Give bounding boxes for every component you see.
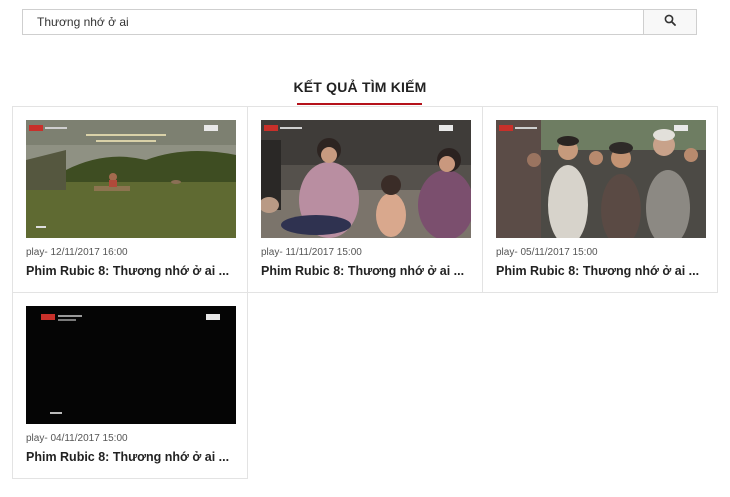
result-card[interactable]: play- 04/11/2017 15:00 Phim Rubic 8: Thư… [12,292,248,479]
result-date: play- 04/11/2017 15:00 [26,433,128,444]
thumbnail-image [26,306,236,424]
thumbnail-image [496,120,706,238]
video-thumbnail[interactable] [26,306,236,424]
result-card[interactable]: play- 05/11/2017 15:00 Phim Rubic 8: Thư… [482,106,718,293]
result-card[interactable]: play- 12/11/2017 16:00 Phim Rubic 8: Thư… [12,106,248,293]
result-title[interactable]: Phim Rubic 8: Thương nhớ ở ai ... [496,264,708,278]
result-date: play- 12/11/2017 16:00 [26,247,128,258]
search-button[interactable] [643,9,697,35]
result-date: play- 11/11/2017 15:00 [261,247,362,258]
section-title: KẾT QUẢ TÌM KIẾM [293,79,427,95]
result-title[interactable]: Phim Rubic 8: Thương nhớ ở ai ... [26,264,238,278]
thumbnail-image [261,120,471,238]
video-thumbnail[interactable] [496,120,706,238]
search-input[interactable] [22,9,643,35]
search-icon [664,13,676,31]
video-thumbnail[interactable] [26,120,236,238]
video-thumbnail[interactable] [261,120,471,238]
result-card[interactable]: play- 11/11/2017 15:00 Phim Rubic 8: Thư… [247,106,483,293]
result-title[interactable]: Phim Rubic 8: Thương nhớ ở ai ... [261,264,473,278]
result-date: play- 05/11/2017 15:00 [496,247,598,258]
result-title[interactable]: Phim Rubic 8: Thương nhớ ở ai ... [26,450,238,464]
thumbnail-image [26,120,236,238]
search-bar [22,9,697,35]
title-underline [297,103,422,105]
